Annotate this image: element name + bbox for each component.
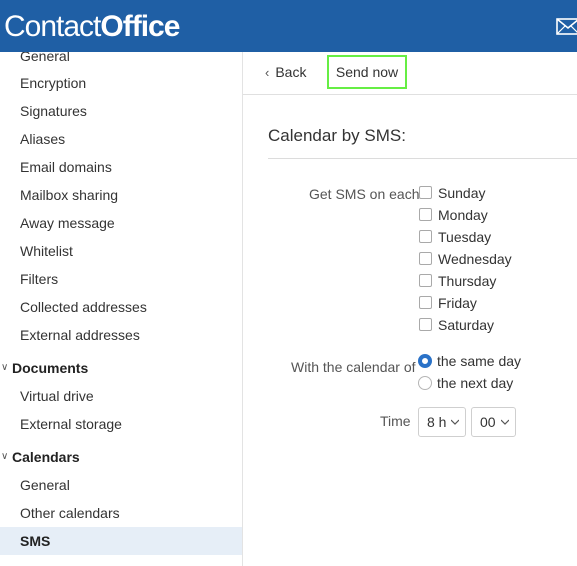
day-label: Tuesday [438,229,492,245]
radio-label: the same day [437,353,522,369]
day-label: Thursday [438,273,497,289]
sidebar-item-signatures[interactable]: Signatures [0,97,242,125]
checkbox[interactable] [419,186,432,199]
day-label: Monday [438,207,488,223]
sidebar-item-collected-addresses[interactable]: Collected addresses [0,293,242,321]
day-label: Wednesday [438,251,512,267]
day-label: Sunday [438,185,486,201]
sidebar-item-email-domains[interactable]: Email domains [0,153,242,181]
radio-label: the next day [437,375,514,391]
checkbox[interactable] [419,230,432,243]
sidebar-section-label: Documents [12,360,89,376]
radio-button[interactable] [418,354,432,368]
radio-button[interactable] [418,376,432,390]
sidebar-item-general[interactable]: General [0,52,242,70]
sidebar-section-calendars[interactable]: ∨ Calendars [0,443,242,471]
day-label: Saturday [438,317,495,333]
day-label: Friday [438,295,477,311]
sidebar-item-whitelist[interactable]: Whitelist [0,237,242,265]
sidebar-item-external-storage[interactable]: External storage [0,410,242,438]
sidebar-section-documents[interactable]: ∨ Documents [0,354,242,382]
send-now-button[interactable]: Send now [327,55,407,89]
sidebar-item-encryption[interactable]: Encryption [0,69,242,97]
sidebar-item-away-message[interactable]: Away message [0,209,242,237]
hour-select[interactable]: 8 h [418,407,466,437]
brand-logo[interactable]: ContactOffice [4,9,180,45]
sidebar-item-filters[interactable]: Filters [0,265,242,293]
sidebar-item-sms[interactable]: SMS [0,527,242,555]
sidebar-item-calendar-general[interactable]: General [0,471,242,499]
hour-value: 8 h [427,414,447,430]
checkbox[interactable] [419,318,432,331]
back-label: Back [275,64,307,80]
sidebar: General Encryption Signatures Aliases Em… [0,52,243,566]
time-label: Time [380,413,411,429]
sidebar-item-aliases[interactable]: Aliases [0,125,242,153]
sidebar-section-label: Calendars [12,449,80,465]
back-button[interactable]: ‹ Back [265,63,306,82]
chevron-down-icon [451,419,459,425]
checkbox[interactable] [419,274,432,287]
brand-logo-part-1: Contact [4,10,101,43]
get-sms-label: Get SMS on each [309,186,420,202]
sidebar-item-other-calendars[interactable]: Other calendars [0,499,242,527]
minute-value: 00 [480,414,496,430]
title-divider [268,158,577,159]
sidebar-item-mailbox-sharing[interactable]: Mailbox sharing [0,181,242,209]
chevron-down-icon: ∨ [1,362,9,373]
chevron-down-icon [501,419,509,425]
chevron-left-icon: ‹ [265,65,270,80]
checkbox[interactable] [419,208,432,221]
toolbar: ‹ Back Send now [243,52,577,95]
minute-select[interactable]: 00 [471,407,516,437]
sidebar-item-virtual-drive[interactable]: Virtual drive [0,382,242,410]
calendar-of-label: With the calendar of [291,359,416,375]
checkbox[interactable] [419,252,432,265]
brand-logo-part-2: Office [100,10,180,43]
page-title: Calendar by SMS: [268,126,406,145]
sidebar-item-external-addresses[interactable]: External addresses [0,321,242,349]
checkbox[interactable] [419,296,432,309]
chevron-down-icon: ∨ [1,451,9,462]
app-header: ContactOffice [0,0,577,52]
mail-icon[interactable] [556,18,577,35]
